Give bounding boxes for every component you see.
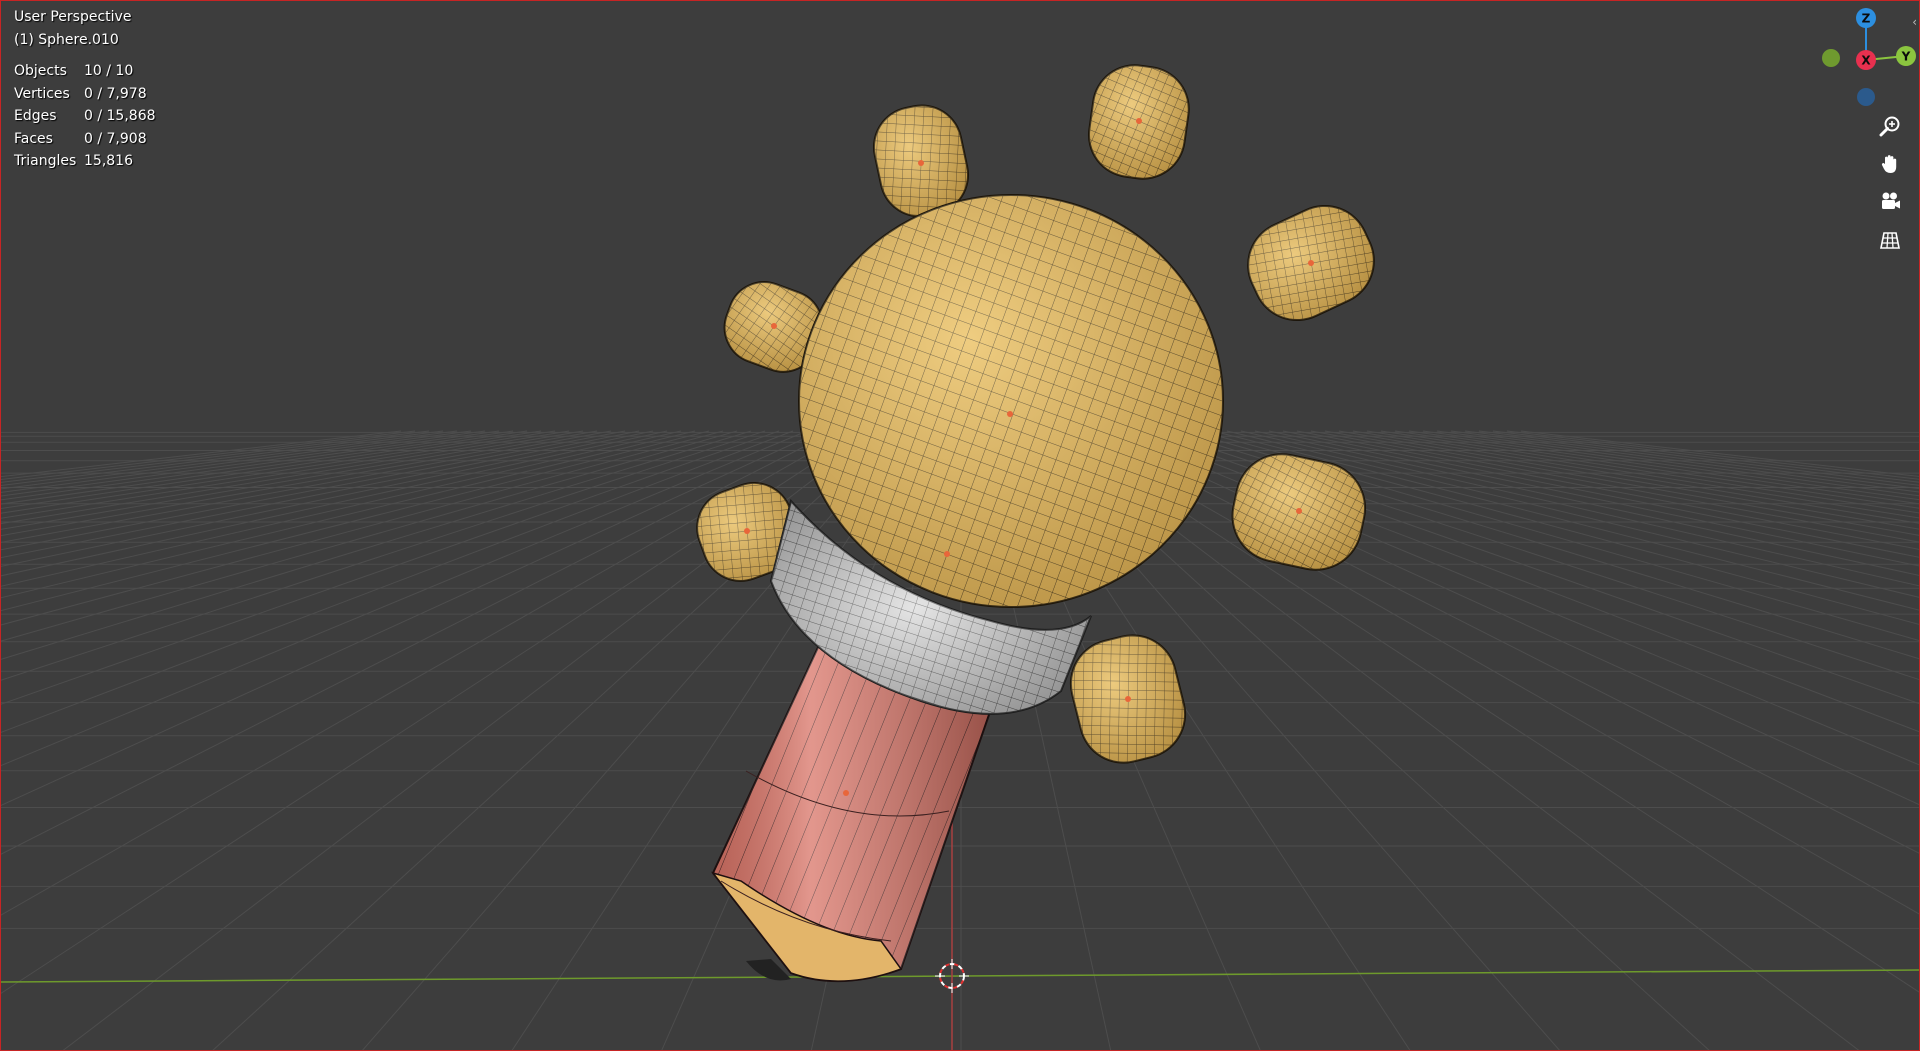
stat-value: 0 / 7,908 [84,130,147,147]
grid-line [1,430,654,567]
grid-line [1,430,780,705]
gizmo-x-handle[interactable]: X [1856,50,1876,70]
stat-row-faces: Faces 0 / 7,908 [14,128,156,151]
grid-line [1506,430,1919,480]
grid-line [1,430,724,626]
pan-button[interactable] [1875,149,1905,179]
stat-label: Edges [14,108,57,124]
stat-value: 0 / 7,978 [84,85,147,102]
grid-line [1072,430,1919,915]
gizmo-z-handle[interactable]: Z [1856,8,1876,28]
grid-line [1,430,500,501]
3d-viewport[interactable]: User Perspective (1) Sphere.010 Objects … [0,0,1920,1051]
grid-line [1394,430,1919,509]
stat-row-vertices: Vertices 0 / 7,978 [14,83,156,106]
stat-value: 15,816 [84,153,133,169]
pan-hand-icon [1881,155,1897,173]
grid-line [1058,430,1919,993]
grid-line [1,430,598,537]
grid-line [1,430,696,599]
navigation-gizmo[interactable]: Z Y X [1809,1,1919,121]
stat-row-edges: Edges 0 / 15,868 [14,105,156,128]
grid-line [1324,430,1919,536]
grid-line [1408,430,1919,505]
active-object-name: (1) Sphere.010 [14,31,119,48]
grid-line [1,430,542,514]
stat-value: 0 / 15,868 [84,108,156,124]
scene-canvas[interactable] [1,1,1920,1051]
bulb-sphere[interactable] [798,194,1224,608]
grid-line [1,430,794,733]
zoom-icon [1879,116,1900,137]
grid-line [1,430,472,493]
viewport-text-info: User Perspective (1) Sphere.010 Objects … [14,6,156,173]
grid-line [1,430,640,559]
grid-line [1086,430,1919,854]
grid-line [1,430,514,505]
svg-text:Z: Z [1862,12,1871,26]
grid-line [1352,430,1919,524]
grid-line [1,430,710,612]
grid-line [1,430,570,525]
grid-line [1366,430,1919,519]
grid-line [1422,430,1919,501]
sidebar-toggle-icon[interactable]: ‹ [1912,15,1917,29]
scene-statistics: Objects 10 / 10 Vertices 0 / 7,978 Edges… [14,60,156,173]
stat-value: 10 / 10 [84,63,134,79]
stat-row-objects: Objects 10 / 10 [14,60,156,83]
grid-line [1,430,416,480]
grid-line [1282,430,1919,558]
svg-text:Y: Y [1901,50,1911,64]
navigation-tools [1875,111,1905,255]
grid-line [1,430,766,681]
stat-label: Triangles [14,153,77,169]
stat-label: Vertices [14,85,70,102]
camera-icon [1882,192,1900,209]
camera-view-button[interactable] [1875,187,1905,217]
grid-view-icon [1880,232,1900,249]
gizmo-neg-z-handle[interactable] [1857,88,1875,106]
perspective-toggle-button[interactable] [1875,225,1905,255]
grid-line [1338,430,1919,530]
grid-line [1450,430,1919,493]
stat-label: Faces [14,130,53,147]
stat-row-triangles: Triangles 15,816 [14,150,156,173]
gizmo-neg-y-handle[interactable] [1822,49,1840,67]
grid-line [1,430,556,519]
svg-text:X: X [1861,54,1871,68]
grid-line [1,430,626,551]
gizmo-y-handle[interactable]: Y [1896,46,1916,66]
grid-line [1,430,738,642]
grid-line [1,430,528,509]
zoom-button[interactable] [1875,111,1905,141]
view-name: User Perspective [14,9,132,25]
stat-label: Objects [14,63,67,79]
grid-line [1,430,584,530]
